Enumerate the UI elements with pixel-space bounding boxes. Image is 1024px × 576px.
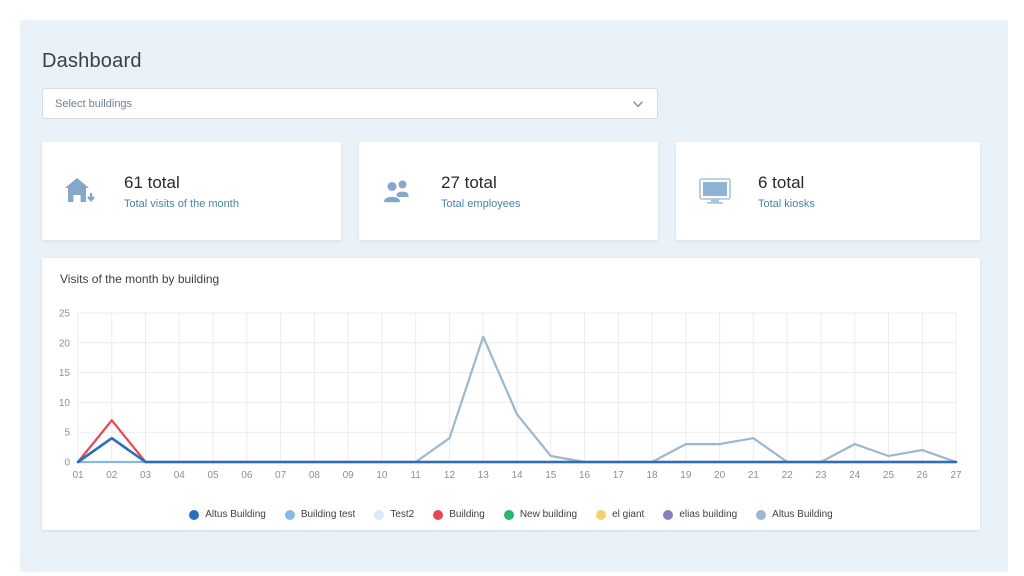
- visits-chart-card: Visits of the month by building 01 02 03 04…: [42, 258, 980, 530]
- legend-dot: [374, 510, 384, 520]
- stat-card-employees: 27 total Total employees: [359, 142, 658, 240]
- x-tick-label: 11: [410, 470, 421, 481]
- legend-label: New building: [520, 509, 577, 520]
- x-tick-label: 14: [511, 470, 523, 481]
- legend-label: Test2: [390, 509, 414, 520]
- visits-line-chart: 0102030405060708091011121314151617181920…: [42, 296, 980, 488]
- x-tick-label: 01: [72, 470, 84, 481]
- chevron-down-icon: [631, 97, 645, 111]
- buildings-select[interactable]: Select buildings: [42, 88, 658, 119]
- chart-legend: Altus Building Building test Test2 Building…: [42, 509, 980, 520]
- x-tick-label: 16: [579, 470, 591, 481]
- y-tick-label: 15: [59, 368, 71, 379]
- x-tick-label: 26: [917, 470, 929, 481]
- legend-label: Altus Building: [205, 509, 266, 520]
- legend-label: Altus Building: [772, 509, 833, 520]
- legend-item-el-giant[interactable]: el giant: [596, 509, 644, 520]
- legend-dot: [433, 510, 443, 520]
- legend-dot: [663, 510, 673, 520]
- legend-dot: [756, 510, 766, 520]
- x-tick-label: 23: [815, 470, 827, 481]
- y-tick-label: 20: [59, 338, 71, 349]
- x-tick-label: 20: [714, 470, 726, 481]
- legend-label: el giant: [612, 509, 644, 520]
- stat-label: Total visits of the month: [124, 198, 239, 210]
- legend-label: Building test: [301, 509, 355, 520]
- legend-dot: [189, 510, 199, 520]
- x-tick-label: 25: [883, 470, 895, 481]
- stat-label: Total employees: [441, 198, 521, 210]
- x-tick-label: 09: [343, 470, 355, 481]
- x-tick-label: 21: [748, 470, 760, 481]
- x-tick-label: 13: [478, 470, 490, 481]
- x-tick-label: 06: [241, 470, 253, 481]
- stat-text: 27 total Total employees: [441, 173, 521, 210]
- people-icon: [381, 176, 415, 206]
- buildings-select-placeholder: Select buildings: [55, 98, 132, 110]
- y-tick-label: 5: [64, 428, 70, 439]
- x-tick-label: 07: [275, 470, 287, 481]
- legend-item-building[interactable]: Building: [433, 509, 485, 520]
- legend-item-altus-building[interactable]: Altus Building: [189, 509, 266, 520]
- stat-cards-row: 61 total Total visits of the month 27 to…: [42, 142, 986, 240]
- stat-value: 61 total: [124, 173, 239, 193]
- legend-item-test2[interactable]: Test2: [374, 509, 414, 520]
- y-tick-label: 0: [64, 458, 70, 469]
- x-tick-label: 18: [647, 470, 659, 481]
- legend-item-altus-building[interactable]: Altus Building: [756, 509, 833, 520]
- legend-label: elias building: [679, 509, 737, 520]
- legend-item-elias-building[interactable]: elias building: [663, 509, 737, 520]
- legend-dot: [596, 510, 606, 520]
- legend-dot: [285, 510, 295, 520]
- stat-label: Total kiosks: [758, 198, 815, 210]
- stat-text: 61 total Total visits of the month: [124, 173, 239, 210]
- x-tick-label: 24: [849, 470, 861, 481]
- y-tick-label: 10: [59, 398, 71, 409]
- legend-item-new-building[interactable]: New building: [504, 509, 577, 520]
- x-tick-label: 17: [613, 470, 625, 481]
- stat-value: 6 total: [758, 173, 815, 193]
- x-tick-label: 02: [106, 470, 118, 481]
- x-tick-label: 19: [680, 470, 692, 481]
- x-tick-label: 15: [545, 470, 557, 481]
- legend-label: Building: [449, 509, 485, 520]
- x-tick-label: 04: [174, 470, 186, 481]
- x-tick-label: 27: [950, 470, 962, 481]
- home-icon: [64, 176, 98, 206]
- stat-value: 27 total: [441, 173, 521, 193]
- chart-title: Visits of the month by building: [60, 272, 219, 286]
- x-tick-label: 12: [444, 470, 456, 481]
- monitor-icon: [698, 176, 732, 206]
- legend-dot: [504, 510, 514, 520]
- stat-card-visits: 61 total Total visits of the month: [42, 142, 341, 240]
- x-tick-label: 08: [309, 470, 321, 481]
- dashboard-panel: Dashboard Select buildings 61 total Tota…: [20, 20, 1008, 572]
- stat-text: 6 total Total kiosks: [758, 173, 815, 210]
- x-tick-label: 10: [376, 470, 388, 481]
- stat-card-kiosks: 6 total Total kiosks: [676, 142, 980, 240]
- y-tick-label: 25: [59, 309, 71, 320]
- legend-item-building-test[interactable]: Building test: [285, 509, 355, 520]
- x-tick-label: 03: [140, 470, 152, 481]
- page-title: Dashboard: [42, 50, 142, 73]
- x-tick-label: 05: [208, 470, 220, 481]
- x-tick-label: 22: [782, 470, 794, 481]
